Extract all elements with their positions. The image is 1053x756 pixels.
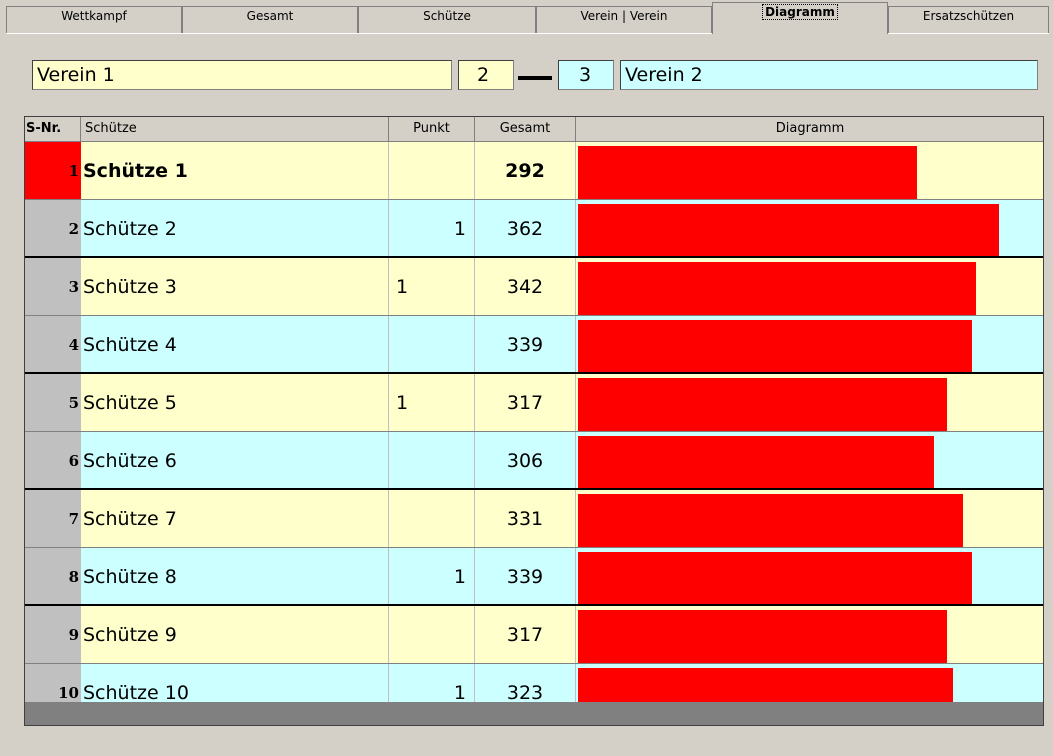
table-row[interactable]: 2 Schütze 2 1 362 <box>25 200 1043 258</box>
row-gesamt[interactable]: 317 <box>475 374 576 432</box>
score-right-field: 3 <box>558 60 614 90</box>
row-punkt[interactable]: 1 <box>389 258 475 316</box>
row-number[interactable]: 4 <box>25 316 81 374</box>
row-punkt[interactable] <box>389 142 475 200</box>
table-row[interactable]: 6 Schütze 6 306 <box>25 432 1043 490</box>
row-gesamt[interactable]: 306 <box>475 432 576 490</box>
row-punkt[interactable]: 1 <box>389 374 475 432</box>
score-bar <box>578 436 934 490</box>
row-gesamt[interactable]: 339 <box>475 548 576 606</box>
row-number[interactable]: 2 <box>25 200 81 258</box>
row-diagramm <box>576 200 1043 258</box>
score-bar <box>578 146 917 200</box>
table-row[interactable]: 8 Schütze 8 1 339 <box>25 548 1043 606</box>
result-grid: S-Nr. Schütze Punkt Gesamt Diagramm 1 Sch… <box>24 116 1044 726</box>
tab-label: Gesamt <box>246 9 294 23</box>
table-row[interactable]: 3 Schütze 3 1 342 <box>25 258 1043 316</box>
row-number[interactable]: 1 <box>25 142 81 200</box>
tab-schuetze[interactable]: Schütze <box>358 6 536 34</box>
header-diagramm[interactable]: Diagramm <box>576 117 1043 142</box>
row-gesamt[interactable]: 339 <box>475 316 576 374</box>
table-row[interactable]: 7 Schütze 7 331 <box>25 490 1043 548</box>
row-name[interactable]: Schütze 5 <box>81 374 389 432</box>
row-number[interactable]: 5 <box>25 374 81 432</box>
row-punkt[interactable]: 1 <box>389 200 475 258</box>
row-diagramm <box>576 142 1043 200</box>
row-name[interactable]: Schütze 4 <box>81 316 389 374</box>
score-bar <box>578 262 976 316</box>
header-nr[interactable]: S-Nr. <box>25 117 81 142</box>
row-diagramm <box>576 258 1043 316</box>
tab-verein-verein[interactable]: Verein | Verein <box>536 6 712 34</box>
match-header: Verein 1 2 3 Verein 2 <box>20 46 1042 98</box>
row-number[interactable]: 7 <box>25 490 81 548</box>
tab-bar: Wettkampf Gesamt Schütze Verein | Verein… <box>0 0 1053 34</box>
header-punkt[interactable]: Punkt <box>389 117 475 142</box>
row-punkt[interactable]: 1 <box>389 548 475 606</box>
row-diagramm <box>576 432 1043 490</box>
grid-footer <box>25 702 1043 725</box>
tab-label: Schütze <box>423 9 471 23</box>
row-diagramm <box>576 606 1043 664</box>
score-bar <box>578 378 947 432</box>
row-number[interactable]: 6 <box>25 432 81 490</box>
header-gesamt[interactable]: Gesamt <box>475 117 576 142</box>
row-gesamt[interactable]: 362 <box>475 200 576 258</box>
row-diagramm <box>576 490 1043 548</box>
tab-wettkampf[interactable]: Wettkampf <box>6 6 182 34</box>
row-punkt[interactable] <box>389 490 475 548</box>
row-name[interactable]: Schütze 2 <box>81 200 389 258</box>
tab-panel-border <box>6 33 1049 34</box>
tab-label: Verein | Verein <box>580 9 668 23</box>
tab-label: Wettkampf <box>61 9 127 23</box>
row-name[interactable]: Schütze 3 <box>81 258 389 316</box>
table-row[interactable]: 1 Schütze 1 292 <box>25 142 1043 200</box>
row-name[interactable]: Schütze 1 <box>81 142 389 200</box>
tab-label: Ersatzschützen <box>922 9 1015 23</box>
table-row[interactable]: 5 Schütze 5 1 317 <box>25 374 1043 432</box>
team-right-field: Verein 2 <box>620 60 1038 90</box>
tab-diagramm[interactable]: Diagramm <box>712 2 888 34</box>
row-name[interactable]: Schütze 6 <box>81 432 389 490</box>
row-diagramm <box>576 548 1043 606</box>
team-left-field: Verein 1 <box>32 60 452 90</box>
score-left-field: 2 <box>458 60 514 90</box>
score-dash <box>518 76 552 80</box>
header-name[interactable]: Schütze <box>81 117 389 142</box>
row-number[interactable]: 3 <box>25 258 81 316</box>
grid-header: S-Nr. Schütze Punkt Gesamt Diagramm <box>25 117 1043 142</box>
score-bar <box>578 204 999 258</box>
row-number[interactable]: 8 <box>25 548 81 606</box>
table-row[interactable]: 4 Schütze 4 339 <box>25 316 1043 374</box>
row-name[interactable]: Schütze 7 <box>81 490 389 548</box>
row-gesamt[interactable]: 342 <box>475 258 576 316</box>
row-diagramm <box>576 316 1043 374</box>
tab-ersatzschuetzen[interactable]: Ersatzschützen <box>888 6 1049 34</box>
score-bar <box>578 610 947 664</box>
score-bar <box>578 320 972 374</box>
row-name[interactable]: Schütze 8 <box>81 548 389 606</box>
row-name[interactable]: Schütze 9 <box>81 606 389 664</box>
row-gesamt[interactable]: 317 <box>475 606 576 664</box>
score-bar <box>578 494 963 548</box>
table-row[interactable]: 9 Schütze 9 317 <box>25 606 1043 664</box>
row-diagramm <box>576 374 1043 432</box>
row-punkt[interactable] <box>389 606 475 664</box>
tab-gesamt[interactable]: Gesamt <box>182 6 358 34</box>
row-gesamt[interactable]: 331 <box>475 490 576 548</box>
tab-label: Diagramm <box>762 4 838 20</box>
row-number[interactable]: 9 <box>25 606 81 664</box>
score-bar <box>578 552 972 606</box>
row-punkt[interactable] <box>389 432 475 490</box>
row-gesamt[interactable]: 292 <box>475 142 576 200</box>
row-punkt[interactable] <box>389 316 475 374</box>
